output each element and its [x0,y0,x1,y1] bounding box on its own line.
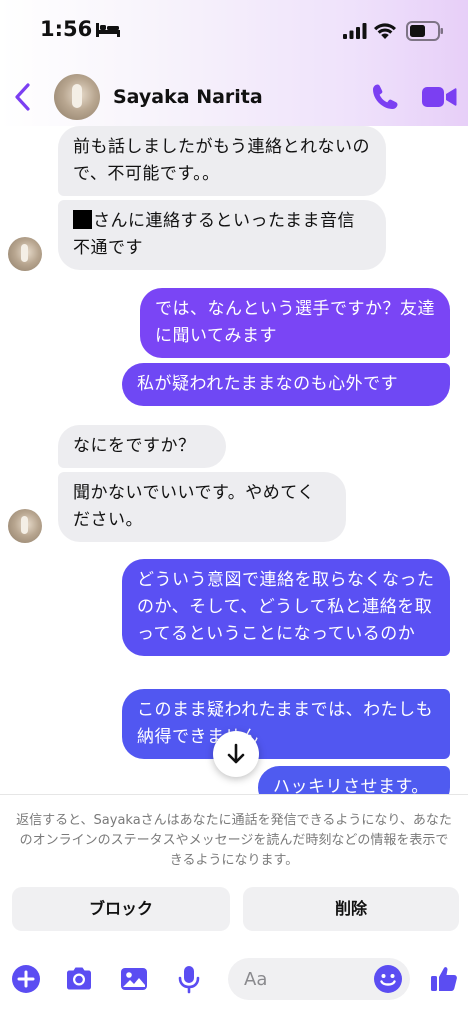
camera-icon[interactable] [63,963,95,995]
message-text: 私が疑われたままなのも心外です [137,374,399,394]
message-text: なにをですか？ [73,436,196,456]
message-request-notice: 返信すると、Sayakaさんはあなたに通話を発信できるようになり、あなたのオンラ… [0,794,468,946]
scroll-to-bottom-button[interactable] [213,731,259,777]
notice-text: 返信すると、Sayakaさんはあなたに通話を発信できるようになり、あなたのオンラ… [16,813,452,868]
message-incoming[interactable]: なにをですか？ [58,425,226,468]
contact-avatar[interactable] [54,74,100,120]
message-outgoing[interactable]: このまま疑われたままでは、わたしも納得できません [122,689,450,759]
battery-icon [406,21,443,41]
block-button[interactable]: ブロック [12,887,230,931]
message-input[interactable] [244,966,364,992]
composer-bar [0,946,468,1024]
message-text: 前も話しましたがもう連絡とれないので、不可能です。。 [73,137,370,184]
wifi-icon [374,23,396,39]
message-outgoing[interactable]: どういう意図で連絡を取らなくなったのか、そして、どうして私と連絡を取ってるという… [122,559,450,656]
message-incoming[interactable]: 前も話しましたがもう連絡とれないので、不可能です。。 [58,126,386,196]
sender-avatar[interactable] [8,509,42,543]
message-text: 聞かないでいいです。やめてください。 [73,483,315,530]
redaction-box [73,210,92,229]
message-text: どういう意図で連絡を取らなくなったのか、そして、どうして私と連絡を取ってるという… [137,570,435,644]
message-outgoing[interactable]: ハッキリさせます。 [258,766,450,794]
microphone-icon[interactable] [173,963,205,995]
message-outgoing[interactable]: 私が疑われたままなのも心外です [122,363,450,406]
message-list[interactable]: 前も話しましたがもう連絡とれないので、不可能です。。 さんに連絡するといったまま… [0,126,468,794]
conversation-header: Sayaka Narita [0,68,468,126]
emoji-icon[interactable] [372,963,404,995]
message-text: さんに連絡するといったまま音信不通です [73,211,355,258]
thumbs-up-icon[interactable] [428,963,460,995]
message-text: このまま疑われたままでは、わたしも納得できません [137,700,434,747]
sender-avatar[interactable] [8,237,42,271]
back-icon[interactable] [10,81,36,113]
bed-icon [96,23,120,37]
message-incoming[interactable]: さんに連絡するといったまま音信不通です [58,200,386,270]
phone-icon[interactable] [370,82,400,112]
contact-name[interactable]: Sayaka Narita [113,86,263,108]
message-incoming[interactable]: 聞かないでいいです。やめてください。 [58,472,346,542]
plus-icon[interactable] [10,963,42,995]
message-text: ハッキリさせます。 [273,777,429,794]
header-background: 1:56 Sayaka Narita [0,0,468,126]
message-outgoing[interactable]: では、なんという選手ですか？友達に聞いてみます [140,288,450,358]
status-bar: 1:56 [0,0,468,60]
video-icon[interactable] [421,84,457,110]
message-text: では、なんという選手ですか？友達に聞いてみます [155,299,435,346]
signal-icon [343,23,367,39]
status-time: 1:56 [40,17,93,41]
delete-button[interactable]: 削除 [243,887,459,931]
arrow-down-icon [227,743,245,764]
image-icon[interactable] [118,963,150,995]
